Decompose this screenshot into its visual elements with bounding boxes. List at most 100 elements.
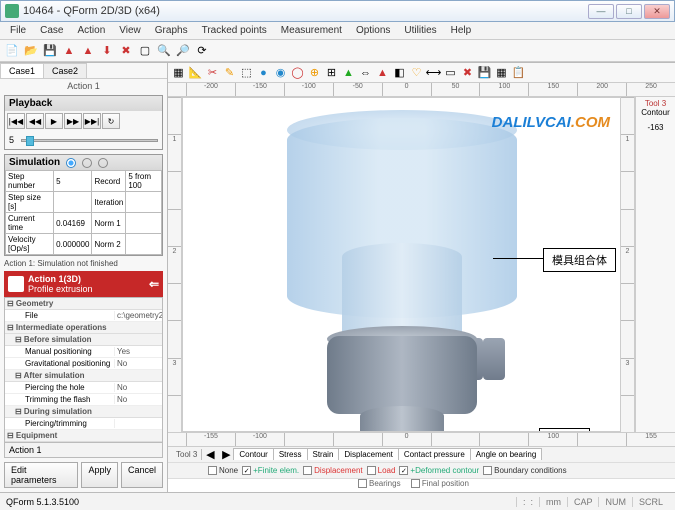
vt-icon[interactable]: ◧ <box>392 65 407 80</box>
close-button[interactable]: ✕ <box>644 4 670 19</box>
menu-utilities[interactable]: Utilities <box>398 23 442 38</box>
vt-icon[interactable]: ▦ <box>494 65 509 80</box>
import-icon[interactable]: ⬇ <box>99 43 115 59</box>
vt-icon[interactable]: ▲ <box>375 65 390 80</box>
tab-next[interactable]: ▶ <box>218 447 234 463</box>
delete-icon[interactable]: ✖ <box>118 43 134 59</box>
menu-file[interactable]: File <box>4 23 32 38</box>
tree-val[interactable]: Yes <box>114 347 160 356</box>
step-slider[interactable]: 5 <box>9 133 158 147</box>
last-button[interactable]: ▶▶| <box>83 113 101 129</box>
vt-icon[interactable]: ⬚ <box>239 65 254 80</box>
property-tree[interactable]: ⊟ GeometryFilec:\geometry2⊟ Intermediate… <box>4 297 163 443</box>
action-title: Action 1 <box>0 79 167 93</box>
open-icon[interactable]: 📂 <box>23 43 39 59</box>
action-header[interactable]: Action 1(3D) Profile extrusion ⇐ <box>4 271 163 297</box>
tree-val[interactable]: No <box>114 383 160 392</box>
loop-button[interactable]: ↻ <box>102 113 120 129</box>
first-button[interactable]: |◀◀ <box>7 113 25 129</box>
tree-group[interactable]: ⊟ Intermediate operations <box>5 322 162 334</box>
cancel-button[interactable]: Cancel <box>121 462 163 488</box>
vt-icon[interactable]: ✎ <box>222 65 237 80</box>
sim-key: Current time <box>6 213 54 234</box>
tree-group[interactable]: ⊟ Geometry <box>5 298 162 310</box>
refresh-icon[interactable]: ⟳ <box>194 43 210 59</box>
play-button[interactable]: ▶ <box>45 113 63 129</box>
sim-status: Action 1: Simulation not finished <box>0 258 167 269</box>
box-icon[interactable]: ▢ <box>137 43 153 59</box>
apply-button[interactable]: Apply <box>81 462 118 488</box>
opt-bearings[interactable] <box>358 479 367 488</box>
check-Load[interactable] <box>367 466 376 475</box>
vt-icon[interactable]: ⇔ <box>358 65 373 80</box>
result-tab[interactable]: Strain <box>307 448 340 460</box>
result-tab[interactable]: Contour <box>233 448 273 460</box>
tab-case1[interactable]: Case1 <box>0 63 44 78</box>
check-Displacement[interactable] <box>303 466 312 475</box>
vt-icon[interactable]: ▭ <box>443 65 458 80</box>
tree-val[interactable]: No <box>114 359 160 368</box>
tree-subgroup[interactable]: ⊟ During simulation <box>5 406 162 418</box>
check-label: Load <box>378 466 396 475</box>
vt-icon[interactable]: ♡ <box>409 65 424 80</box>
tree-subgroup[interactable]: ⊟ After simulation <box>5 370 162 382</box>
menu-help[interactable]: Help <box>445 23 478 38</box>
vt-icon[interactable]: ▲ <box>341 65 356 80</box>
tree-group[interactable]: ⊟ Equipment <box>5 430 162 442</box>
tool-spline <box>483 338 505 380</box>
menu-action[interactable]: Action <box>71 23 111 38</box>
tree-val[interactable]: No <box>114 395 160 404</box>
menu-case[interactable]: Case <box>34 23 69 38</box>
vt-icon[interactable]: ◉ <box>273 65 288 80</box>
result-tab[interactable]: Contact pressure <box>398 448 471 460</box>
vt-icon[interactable]: ✂ <box>205 65 220 80</box>
vt-icon[interactable]: ⟷ <box>426 65 441 80</box>
sim-mode-2[interactable] <box>82 158 92 168</box>
check-Finite elem.[interactable]: ✓ <box>242 466 251 475</box>
check-Boundary conditions[interactable] <box>483 466 492 475</box>
wizard-icon[interactable]: ▲ <box>61 43 77 59</box>
next-button[interactable]: ▶▶ <box>64 113 82 129</box>
vt-icon[interactable]: 💾 <box>477 65 492 80</box>
menu-view[interactable]: View <box>113 23 147 38</box>
tree-val[interactable] <box>114 419 160 428</box>
vt-icon[interactable]: ◯ <box>290 65 305 80</box>
opt-final[interactable] <box>411 479 420 488</box>
result-tab[interactable]: Stress <box>273 448 308 460</box>
menu-graphs[interactable]: Graphs <box>149 23 194 38</box>
vt-icon[interactable]: ● <box>256 65 271 80</box>
prev-button[interactable]: ◀◀ <box>26 113 44 129</box>
tree-subgroup[interactable]: ⊟ Before simulation <box>5 334 162 346</box>
sim-mode-1[interactable] <box>66 158 76 168</box>
wizard2-icon[interactable]: ▲ <box>80 43 96 59</box>
scrl: SCRL <box>632 497 669 507</box>
save-icon[interactable]: 💾 <box>42 43 58 59</box>
vt-icon[interactable]: 📐 <box>188 65 203 80</box>
vt-icon[interactable]: ⊞ <box>324 65 339 80</box>
tab-prev[interactable]: ◀ <box>202 447 218 463</box>
menu-options[interactable]: Options <box>350 23 396 38</box>
maximize-button[interactable]: □ <box>616 4 642 19</box>
sim-mode-3[interactable] <box>98 158 108 168</box>
position-options: Bearings Final position <box>168 478 675 492</box>
new-icon[interactable]: 📄 <box>4 43 20 59</box>
vt-icon[interactable]: 📋 <box>511 65 526 80</box>
edit-parameters-button[interactable]: Edit parameters <box>4 462 78 488</box>
tree-val[interactable]: c:\geometry2 <box>114 311 160 320</box>
check-Deformed contour[interactable]: ✓ <box>399 466 408 475</box>
vt-icon[interactable]: ▦ <box>171 65 186 80</box>
zoomin-icon[interactable]: 🔍 <box>156 43 172 59</box>
menu-tracked[interactable]: Tracked points <box>196 23 273 38</box>
3d-viewport[interactable]: DALILVCAI.COM 模具组合体 挤压域 <box>182 97 621 432</box>
action-name: Action 1(3D) <box>28 274 93 284</box>
action-footer: Action 1 <box>4 443 163 458</box>
vt-icon[interactable]: ✖ <box>460 65 475 80</box>
menu-measurement[interactable]: Measurement <box>275 23 348 38</box>
check-None[interactable] <box>208 466 217 475</box>
vt-icon[interactable]: ⊕ <box>307 65 322 80</box>
result-tab[interactable]: Displacement <box>338 448 398 460</box>
tab-case2[interactable]: Case2 <box>43 63 87 78</box>
minimize-button[interactable]: — <box>588 4 614 19</box>
result-tab[interactable]: Angle on bearing <box>470 448 543 460</box>
zoomout-icon[interactable]: 🔎 <box>175 43 191 59</box>
